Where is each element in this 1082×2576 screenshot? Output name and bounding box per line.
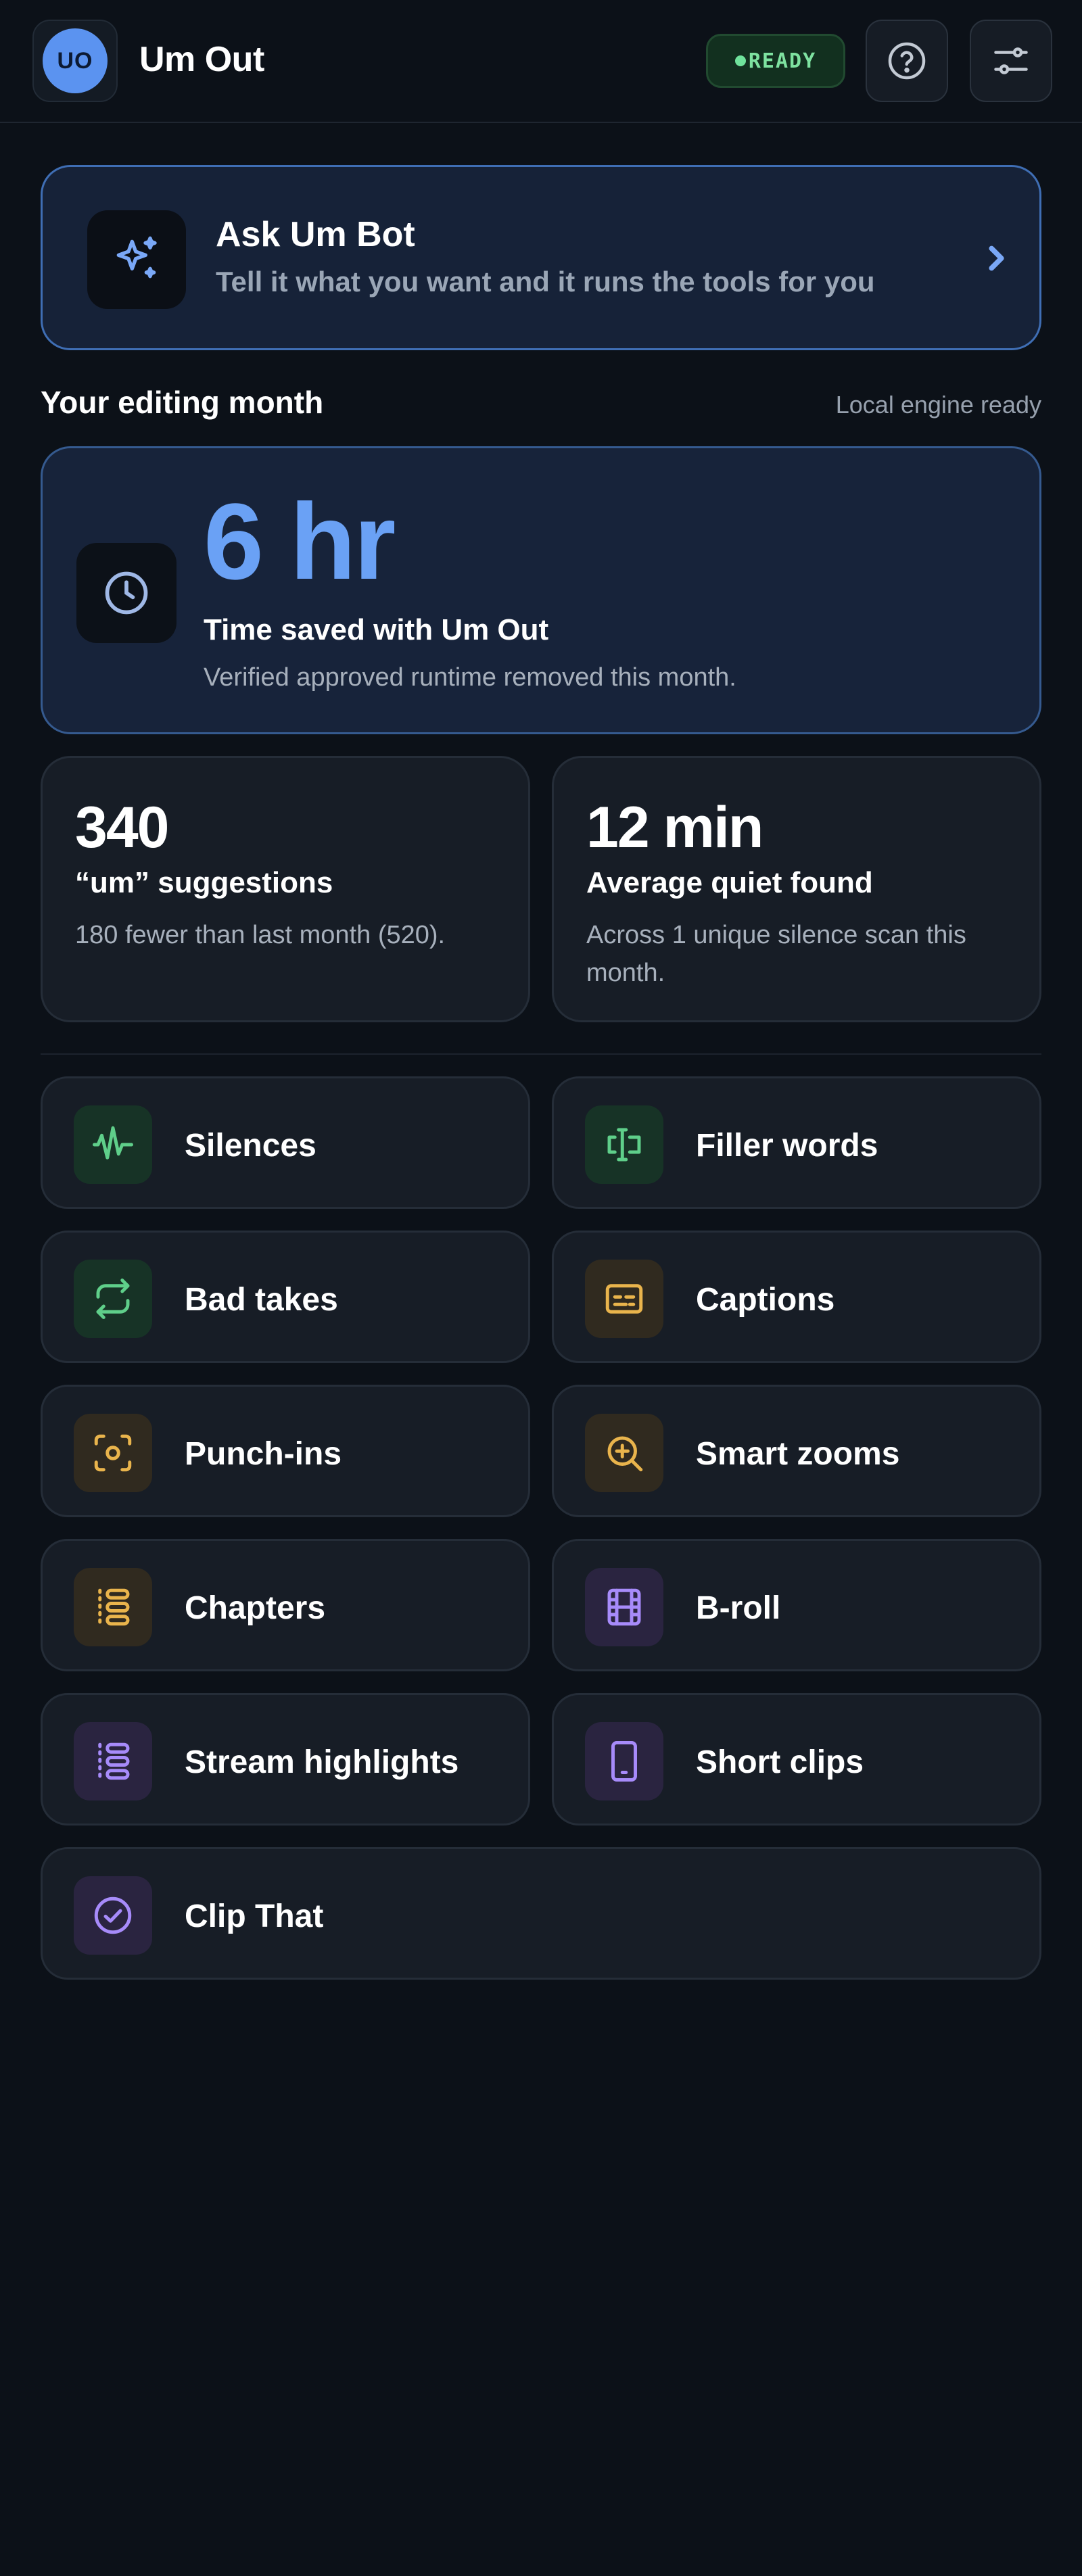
text-cursor-icon [607, 1128, 641, 1162]
time-saved-value: 6 hr [204, 481, 396, 602]
avatar[interactable]: UO [32, 20, 118, 102]
phone-icon [611, 1741, 637, 1782]
tool-icon-box [74, 1568, 152, 1646]
zoom-in-icon [607, 1436, 643, 1472]
tool-icon-box [585, 1105, 663, 1184]
tool-label: Captions [696, 1282, 835, 1318]
chevron-right-icon [989, 245, 1004, 271]
ask-um-bot-card[interactable]: Ask Um Bot Tell it what you want and it … [41, 165, 1041, 350]
clock-icon-box [76, 543, 177, 643]
section-title: Your editing month [41, 385, 324, 420]
tool-label: Filler words [696, 1128, 878, 1164]
tool-punch-ins[interactable]: Punch-ins [41, 1385, 530, 1517]
time-saved-label: Time saved with Um Out [204, 613, 549, 646]
help-button[interactable] [866, 20, 948, 102]
tool-b-roll[interactable]: B-roll [552, 1539, 1041, 1671]
settings-button[interactable] [970, 20, 1052, 102]
tool-label: Clip That [185, 1899, 324, 1934]
tool-label: Stream highlights [185, 1744, 459, 1780]
stat-label: “um” suggestions [75, 866, 333, 899]
stat-value: 340 [75, 795, 169, 860]
time-saved-card: 6 hr Time saved with Um Out Verified app… [41, 446, 1041, 734]
status-dot-icon [734, 55, 746, 66]
tool-label: Silences [185, 1128, 316, 1164]
tool-label: Chapters [185, 1590, 326, 1626]
captions-icon [605, 1284, 643, 1314]
film-icon [607, 1588, 641, 1626]
stat-subtitle: 180 fewer than last month (520). [75, 921, 446, 949]
tool-icon-box [585, 1722, 663, 1800]
tool-clip-that[interactable]: Clip That [41, 1847, 1041, 1980]
tool-icon-box [585, 1568, 663, 1646]
tool-label: Bad takes [185, 1282, 338, 1318]
tool-stream-highlights[interactable]: Stream highlights [41, 1693, 530, 1826]
tool-icon-box [74, 1876, 152, 1955]
avatar-initials: UO [43, 28, 108, 93]
stat-value: 12 min [586, 795, 763, 860]
tool-chapters[interactable]: Chapters [41, 1539, 530, 1671]
tool-filler-words[interactable]: Filler words [552, 1076, 1041, 1209]
tool-silences[interactable]: Silences [41, 1076, 530, 1209]
tool-captions[interactable]: Captions [552, 1231, 1041, 1363]
stat-subtitle: Across 1 unique silence scan this month. [586, 921, 966, 987]
time-saved-subtitle: Verified approved runtime removed this m… [204, 663, 736, 692]
chapters-list-icon [98, 1588, 130, 1626]
sparkles-icon [116, 236, 157, 279]
tool-label: Smart zooms [696, 1436, 900, 1472]
tool-icon-box [74, 1414, 152, 1492]
stream-list-icon [98, 1742, 130, 1780]
tool-label: B-roll [696, 1590, 781, 1626]
tool-icon-box [585, 1260, 663, 1338]
repeat-icon [96, 1279, 130, 1319]
tool-icon-box [74, 1722, 152, 1800]
average-quiet-card: 12 min Average quiet found Across 1 uniq… [552, 756, 1041, 1022]
app-title: Um Out [139, 40, 264, 79]
tool-label: Short clips [696, 1744, 864, 1780]
tool-short-clips[interactable]: Short clips [552, 1693, 1041, 1826]
askbot-icon-box [87, 210, 186, 309]
status-badge-label: READY [748, 49, 817, 73]
tool-icon-box [585, 1414, 663, 1492]
tool-icon-box [74, 1260, 152, 1338]
stat-label: Average quiet found [586, 866, 873, 899]
tool-icon-box [74, 1105, 152, 1184]
um-suggestions-card: 340 “um” suggestions 180 fewer than last… [41, 756, 530, 1022]
tool-smart-zooms[interactable]: Smart zooms [552, 1385, 1041, 1517]
askbot-subtitle: Tell it what you want and it runs the to… [216, 266, 875, 297]
tool-label: Punch-ins [185, 1436, 342, 1472]
section-divider [41, 1053, 1041, 1055]
focus-frame-icon [94, 1434, 132, 1472]
check-circle-icon [94, 1897, 132, 1934]
app-header: UO Um Out READY [0, 0, 1082, 123]
engine-status: Local engine ready [835, 391, 1041, 419]
status-badge: READY [706, 34, 845, 88]
question-circle-icon [888, 42, 926, 80]
waveform-icon [93, 1126, 133, 1160]
sliders-icon [994, 47, 1028, 74]
tool-bad-takes[interactable]: Bad takes [41, 1231, 530, 1363]
clock-icon [105, 571, 148, 615]
askbot-title: Ask Um Bot [216, 215, 415, 254]
